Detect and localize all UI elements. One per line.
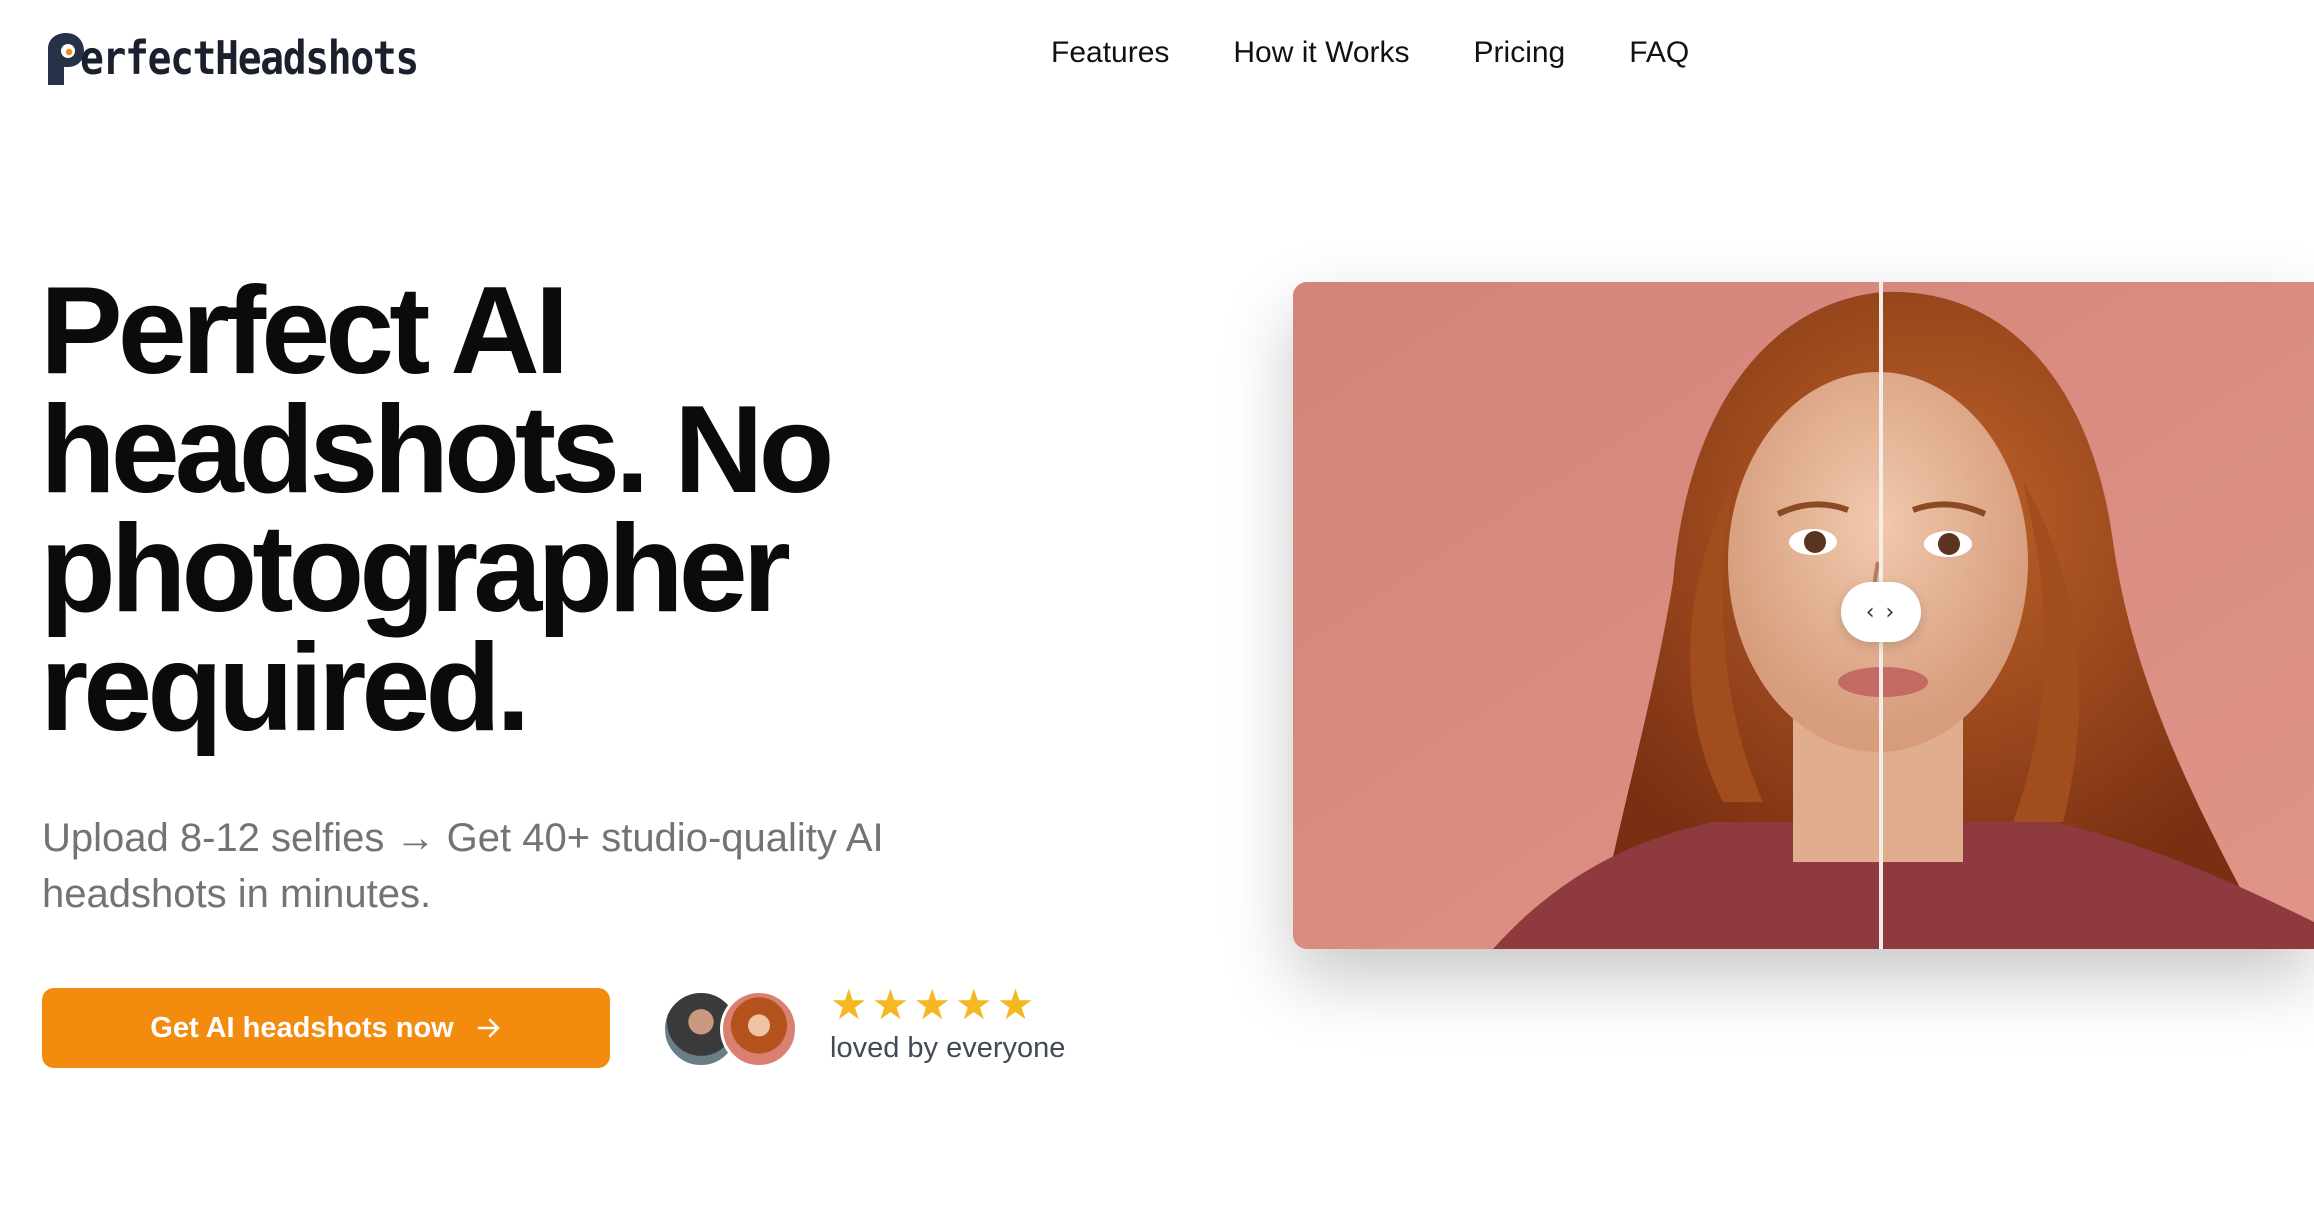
nav-features[interactable]: Features [1051,36,1169,70]
star-icon: ★ [830,981,868,1028]
avatar [720,990,798,1068]
nav-how-it-works[interactable]: How it Works [1233,36,1409,70]
nav-faq[interactable]: FAQ [1629,36,1689,70]
comparison-handle[interactable]: ‹ › [1841,582,1921,642]
headshot-photo [1293,282,2314,949]
customer-avatars [662,990,798,1068]
main-nav: Features How it Works Pricing FAQ [1051,36,1689,70]
brand-logo[interactable]: erfectHeadshots [44,28,473,88]
star-icon: ★ [871,981,910,1028]
star-icon: ★ [913,981,951,1028]
rating-caption: loved by everyone [830,1032,1066,1064]
get-headshots-button[interactable]: Get AI headshots now [42,988,610,1068]
arrow-right-icon [477,1018,500,1038]
nav-pricing[interactable]: Pricing [1474,36,1566,70]
star-icon: ★ [996,981,1035,1028]
chevron-left-right-icon: ‹ › [1865,599,1897,625]
cta-label: Get AI headshots now [150,1011,454,1044]
star-icon: ★ [954,981,993,1028]
rating-stars: ★ ★ ★ ★ ★ [830,982,1065,1028]
hero-headline: Perfect AI headshots. No photographer re… [40,262,834,757]
rating: ★ ★ ★ ★ ★ loved by everyone [830,982,1065,1065]
hero-subheadline: Upload 8-12 selfies → Get 40+ studio-qua… [42,816,884,916]
brand-name: erfectHeadshots [80,31,419,85]
before-after-comparison[interactable]: ‹ › [1293,282,2314,949]
